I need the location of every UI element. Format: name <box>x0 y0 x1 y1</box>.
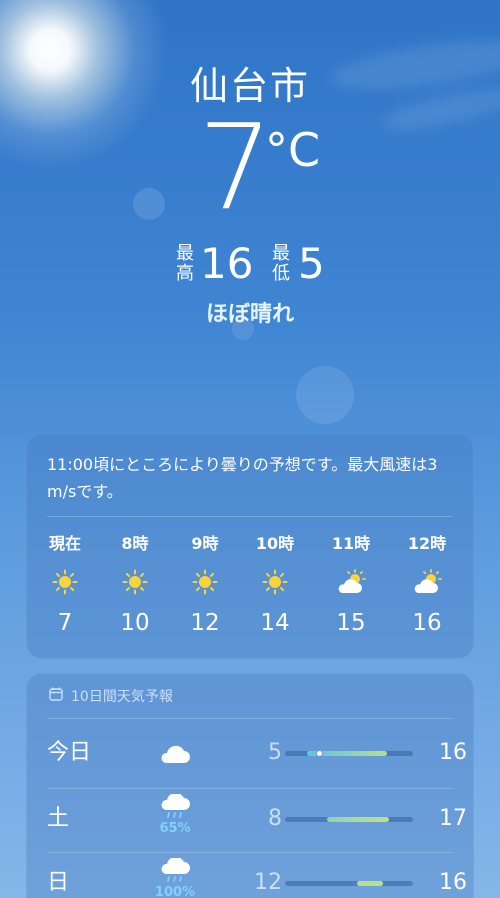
temp-range-fill <box>327 817 389 822</box>
day-high: 16 <box>439 870 467 895</box>
hour-item: 12時 16 <box>397 517 457 637</box>
hour-time: 9時 <box>191 534 219 553</box>
high-label-text: 最高 <box>176 243 194 284</box>
temp-range-bar <box>285 881 413 886</box>
sun-icon <box>35 569 95 595</box>
forecast-summary: 11:00頃にところにより曇りの予想です。最大風速は3 m/sです。 <box>47 455 438 501</box>
hour-item: 8時 10 <box>105 517 165 637</box>
hour-temp: 14 <box>260 610 290 636</box>
temperature-value: 7 <box>198 98 274 236</box>
sun-icon <box>175 569 235 595</box>
day-low: 8 <box>268 806 282 831</box>
high-low-temps: 最高 16 最低 5 <box>0 238 500 290</box>
hour-item: 10時 14 <box>245 517 305 637</box>
divider <box>47 718 453 719</box>
divider <box>47 852 453 853</box>
hour-time: 12時 <box>407 534 447 553</box>
low-temp: 5 <box>298 239 325 288</box>
low-label-text: 最低 <box>272 243 290 284</box>
hour-item: 現在 7 <box>35 517 95 637</box>
rain-icon: 100% <box>153 856 197 898</box>
day-name: 日 <box>47 870 70 895</box>
hour-temp: 10 <box>120 610 150 636</box>
hour-temp: 16 <box>412 610 442 636</box>
temperature-unit: °C <box>265 123 321 177</box>
lens-flare <box>296 366 354 424</box>
day-row-today[interactable]: 今日 5 16 <box>27 738 473 792</box>
day-low: 12 <box>254 870 282 895</box>
precip-chance: 100% <box>154 885 196 898</box>
current-temp-dot <box>316 750 323 757</box>
day-low: 5 <box>268 740 282 765</box>
low-label: 最低 <box>272 244 292 284</box>
hour-temp: 15 <box>336 610 366 636</box>
day-row[interactable]: 日 100% 12 16 <box>27 856 473 898</box>
rain-icon: 65% <box>153 792 197 836</box>
day-high: 16 <box>439 740 467 765</box>
sun-icon <box>245 569 305 595</box>
current-temperature: 7 °C <box>0 102 500 232</box>
hour-time: 11時 <box>331 534 371 553</box>
temp-range-bar <box>285 750 413 757</box>
high-temp: 16 <box>200 239 254 288</box>
current-weather-header: 仙台市 7 °C <box>0 62 500 232</box>
hour-time: 現在 <box>48 534 81 553</box>
precip-chance: 65% <box>159 821 191 836</box>
day-name: 土 <box>47 806 70 831</box>
daily-forecast-header: 10日間天気予報 <box>27 674 473 718</box>
hour-temp: 12 <box>190 610 220 636</box>
hourly-forecast-card[interactable]: 11:00頃にところにより曇りの予想です。最大風速は3 m/sです。 現在 7 … <box>26 433 474 659</box>
daily-header-label: 10日間天気予報 <box>71 689 173 705</box>
partly-cloudy-icon <box>397 569 457 595</box>
day-row[interactable]: 土 65% 8 17 <box>27 792 473 856</box>
hour-item: 11時 15 <box>321 517 381 637</box>
hourly-list[interactable]: 現在 7 8時 10 9時 12 10時 14 11時 15 12時 16 <box>27 517 473 657</box>
sun-icon <box>105 569 165 595</box>
day-name: 今日 <box>47 740 92 765</box>
partly-cloudy-icon <box>321 569 381 595</box>
hour-time: 8時 <box>121 534 149 553</box>
temp-range-fill <box>357 881 383 886</box>
hour-time: 10時 <box>255 534 295 553</box>
hour-item: 9時 12 <box>175 517 235 637</box>
calendar-icon <box>49 687 63 705</box>
daily-forecast-card[interactable]: 10日間天気予報 今日 5 16 土 65% 8 17 日 100% 12 16 <box>26 673 474 898</box>
high-label: 最高 <box>176 244 196 284</box>
day-high: 17 <box>439 806 467 831</box>
divider <box>47 788 453 789</box>
temp-range-bar <box>285 817 413 822</box>
condition-text: ほぼ晴れ <box>205 302 294 327</box>
hour-temp: 7 <box>57 610 73 636</box>
cloud-icon <box>153 742 197 768</box>
